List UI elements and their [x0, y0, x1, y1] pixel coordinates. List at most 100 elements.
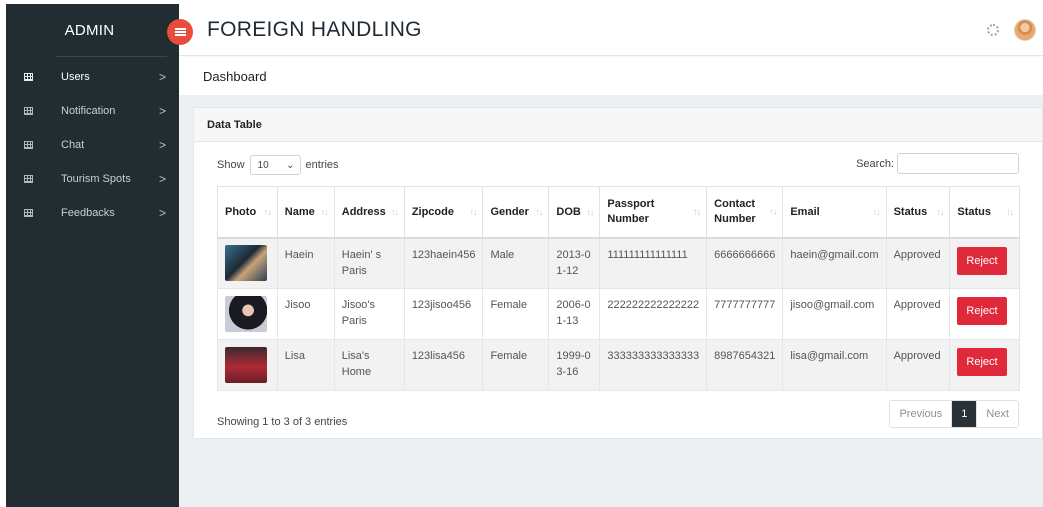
user-photo [225, 245, 267, 282]
zipcode-cell: 123haein456 [403, 237, 484, 289]
sidebar-item-label: Notification [61, 105, 116, 117]
sort-icon: ↑↓ [469, 206, 477, 217]
table-icon [24, 209, 38, 217]
loading-icon [987, 24, 999, 36]
search-label: Search: [856, 157, 894, 170]
status-cell: Approved [885, 288, 951, 340]
column-header-email[interactable]: Email ↑↓ [782, 186, 887, 239]
sort-icon: ↑↓ [535, 206, 543, 217]
name-cell: Haein [276, 237, 335, 289]
sidebar-menu: Users > Notification > Chat > Tourism Sp… [6, 60, 179, 230]
sidebar-brand: ADMIN [64, 21, 115, 39]
user-photo [225, 296, 267, 332]
action-cell: Reject [949, 288, 1020, 340]
zipcode-cell: 123jisoo456 [403, 288, 484, 340]
table-controls: Show 10 ⌄ entries Search: [194, 142, 1042, 186]
table-footer: Showing 1 to 3 of 3 entries Previous 1 N… [217, 400, 1019, 440]
reject-button[interactable]: Reject [957, 297, 1007, 325]
table-row: Lisa Lisa's Home 123lisa456 Female 1999-… [217, 339, 1020, 391]
contact-cell: 6666666666 [706, 237, 784, 289]
passport-cell: 222222222222222 [599, 288, 708, 340]
address-cell: Lisa's Home [333, 339, 405, 391]
page-title: FOREIGN HANDLING [207, 18, 422, 41]
column-header-address[interactable]: Address ↑↓ [333, 186, 405, 239]
app-frame: ADMIN Users > Notification > Chat > Tour… [6, 4, 1043, 507]
sidebar-item-notification[interactable]: Notification > [6, 94, 179, 128]
contact-cell: 8987654321 [706, 339, 784, 391]
sidebar-item-tourism-spots[interactable]: Tourism Spots > [6, 162, 179, 196]
page-length-control: Show 10 ⌄ entries [217, 155, 339, 175]
address-cell: Haein' s Paris [333, 237, 405, 289]
chevron-right-icon: > [159, 104, 167, 118]
column-header-name[interactable]: Name ↑↓ [276, 186, 335, 239]
card-title: Data Table [194, 108, 1042, 142]
passport-cell: 111111111111111 [599, 237, 708, 289]
next-page-button[interactable]: Next [976, 401, 1018, 427]
sort-icon: ↑↓ [263, 206, 272, 217]
page-1-button[interactable]: 1 [951, 401, 977, 427]
search-input[interactable] [897, 153, 1019, 174]
name-cell: Lisa [276, 339, 335, 391]
sort-icon: ↑↓ [769, 206, 777, 217]
page-length-select[interactable]: 10 ⌄ [249, 155, 301, 175]
sidebar-item-label: Feedbacks [61, 207, 115, 219]
sort-icon: ↑↓ [1006, 206, 1014, 217]
brand-divider [56, 56, 167, 57]
column-header-action-status[interactable]: Status ↑↓ [949, 186, 1020, 239]
chevron-right-icon: > [159, 206, 167, 220]
sort-icon: ↑↓ [936, 206, 944, 217]
passport-cell: 333333333333333 [599, 339, 708, 391]
sort-icon: ↑↓ [872, 206, 881, 217]
entries-label: entries [305, 159, 339, 171]
menu-icon [174, 28, 186, 36]
gender-cell: Female [482, 288, 550, 340]
table-icon [24, 141, 38, 149]
reject-button[interactable]: Reject [957, 348, 1007, 376]
table-header-row: Photo ↑↓ Name ↑↓ Address ↑↓ Zipcode ↑↓ Gende… [217, 186, 1020, 239]
page-length-value: 10 [257, 159, 269, 171]
sidebar-item-users[interactable]: Users > [6, 60, 179, 94]
data-table: Photo ↑↓ Name ↑↓ Address ↑↓ Zipcode ↑↓ Gende… [217, 186, 1020, 391]
search-control: Search: [856, 153, 1019, 174]
table-row: Haein Haein' s Paris 123haein456 Male 20… [217, 237, 1020, 289]
table-icon [24, 175, 38, 183]
photo-cell [217, 288, 278, 340]
column-header-gender[interactable]: Gender ↑↓ [482, 186, 550, 239]
chevron-right-icon: > [159, 70, 167, 84]
chevron-right-icon: > [159, 172, 167, 186]
sidebar-item-label: Tourism Spots [61, 173, 131, 185]
sidebar-item-chat[interactable]: Chat > [6, 128, 179, 162]
table-icon [24, 73, 38, 81]
column-header-photo[interactable]: Photo ↑↓ [217, 186, 278, 239]
column-header-dob[interactable]: DOB ↑↓ [548, 186, 601, 239]
column-header-contact[interactable]: Contact Number ↑↓ [706, 186, 784, 239]
column-header-status[interactable]: Status ↑↓ [885, 186, 951, 239]
address-cell: Jisoo's Paris [333, 288, 405, 340]
status-cell: Approved [885, 237, 951, 289]
sidebar-toggle-button[interactable] [167, 19, 193, 45]
action-cell: Reject [949, 339, 1020, 391]
top-header: FOREIGN HANDLING [167, 4, 1043, 56]
sidebar-item-feedbacks[interactable]: Feedbacks > [6, 196, 179, 230]
dob-cell: 1999-03-16 [548, 339, 601, 391]
zipcode-cell: 123lisa456 [403, 339, 484, 391]
column-header-zipcode[interactable]: Zipcode ↑↓ [403, 186, 484, 239]
reject-button[interactable]: Reject [957, 246, 1007, 275]
sort-icon: ↑↓ [320, 206, 329, 217]
chevron-right-icon: > [159, 138, 167, 152]
main-content: Dashboard Data Table Show 10 ⌄ entries S… [179, 57, 1043, 507]
column-header-passport[interactable]: Passport Number ↑↓ [599, 186, 708, 239]
chevron-down-icon: ⌄ [286, 159, 295, 171]
photo-cell [217, 339, 278, 391]
sort-icon: ↑↓ [693, 206, 701, 217]
email-cell: jisoo@gmail.com [782, 288, 887, 340]
photo-cell [217, 237, 278, 289]
gender-cell: Female [482, 339, 550, 391]
avatar[interactable] [1014, 19, 1036, 41]
breadcrumb: Dashboard [179, 57, 1043, 95]
previous-page-button[interactable]: Previous [890, 401, 952, 427]
table-icon [24, 107, 38, 115]
table-row: Jisoo Jisoo's Paris 123jisoo456 Female 2… [217, 288, 1020, 340]
sort-icon: ↑↓ [586, 206, 594, 217]
name-cell: Jisoo [276, 288, 335, 340]
